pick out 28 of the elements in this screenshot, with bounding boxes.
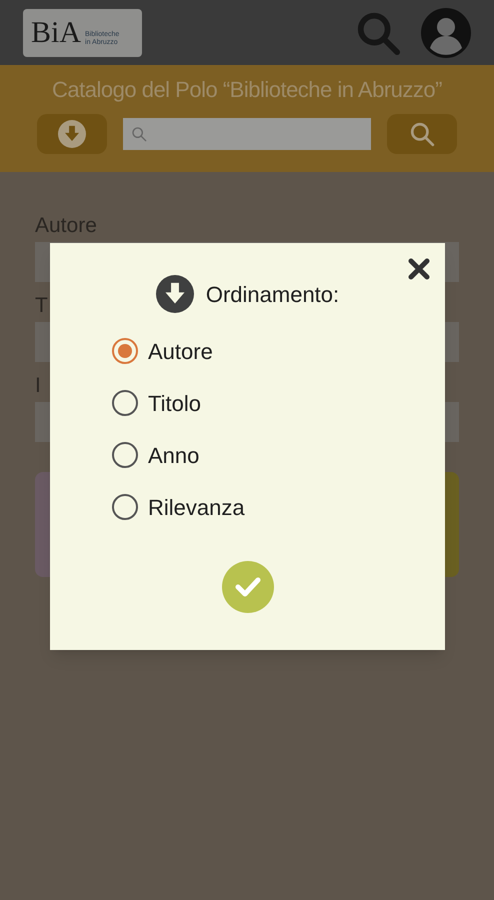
option-label: Titolo: [148, 390, 201, 418]
radio-button[interactable]: [112, 390, 138, 416]
option-label: Rilevanza: [148, 494, 245, 522]
radio-button[interactable]: [112, 494, 138, 520]
option-label: Autore: [148, 338, 213, 366]
checkmark-icon: [234, 576, 262, 598]
logo-letters: BiA: [31, 18, 82, 48]
catalog-title: Catalogo del Polo “Biblioteche in Abruzzo”: [52, 76, 442, 104]
sort-button[interactable]: [37, 114, 107, 154]
sort-option[interactable]: Titolo: [112, 387, 245, 419]
user-avatar-icon: [421, 8, 471, 58]
radio-button[interactable]: [112, 338, 138, 364]
sort-option[interactable]: Anno: [112, 439, 245, 471]
search-icon: [131, 126, 147, 142]
search-submit-button[interactable]: [387, 114, 457, 154]
search-field[interactable]: [123, 118, 371, 150]
confirm-button[interactable]: [222, 561, 274, 613]
option-label: Anno: [148, 442, 200, 470]
close-icon: [407, 257, 431, 281]
search-icon: [409, 121, 435, 147]
sort-option[interactable]: Rilevanza: [112, 491, 245, 523]
radio-button[interactable]: [112, 442, 138, 468]
dialog-title: Ordinamento:: [206, 280, 340, 308]
close-button[interactable]: [407, 257, 431, 281]
arrow-down-circle-icon: [58, 120, 86, 148]
user-avatar-button[interactable]: [421, 8, 471, 58]
arrow-down-circle-icon: [156, 275, 194, 313]
sort-option[interactable]: Autore: [112, 335, 245, 367]
